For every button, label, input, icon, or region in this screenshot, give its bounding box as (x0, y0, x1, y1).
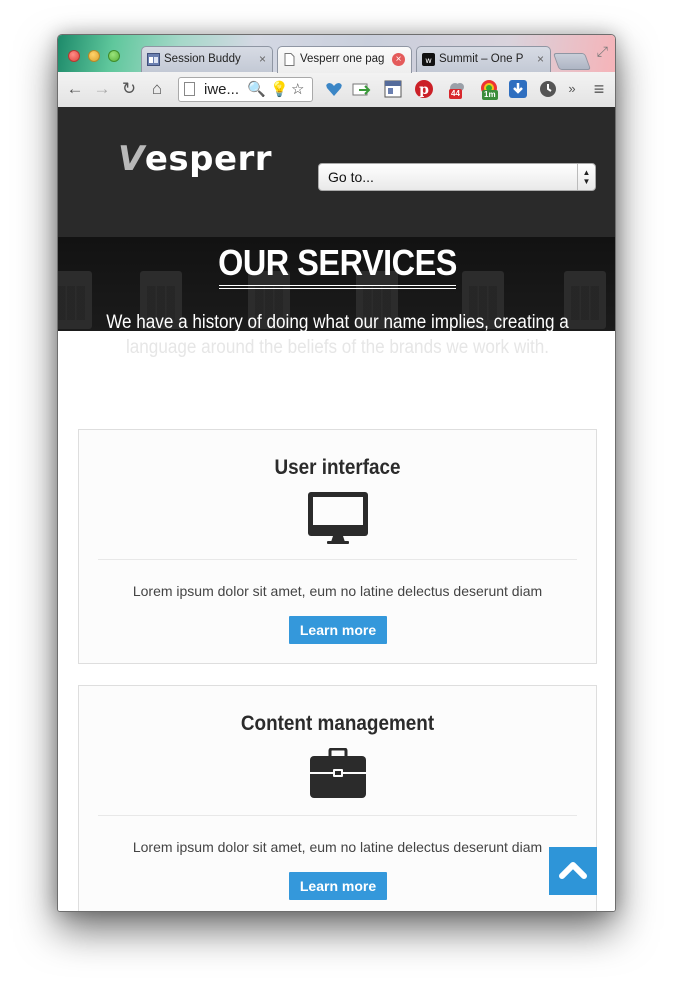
title-underline (219, 285, 456, 289)
tab-label: Vesperr one pag (300, 53, 385, 65)
extensions-overflow-icon[interactable]: » (565, 78, 579, 100)
address-text[interactable]: iwe... (204, 78, 239, 101)
zoom-window-button[interactable] (108, 50, 120, 62)
fullscreen-icon[interactable]: ⤢ (597, 43, 608, 60)
download-icon[interactable] (508, 79, 528, 99)
pinterest-icon[interactable]: p (414, 79, 434, 99)
search-icon[interactable]: 🔍 (247, 79, 266, 101)
card-title: Content management (240, 712, 435, 735)
learn-more-button[interactable]: Learn more (289, 616, 387, 644)
card-divider (98, 815, 577, 816)
forward-icon[interactable]: → (92, 78, 112, 100)
menu-icon[interactable]: ≡ (590, 78, 608, 100)
tab-label: Summit – One P (439, 53, 524, 65)
logo-text: esperr (144, 139, 273, 179)
tab-summit[interactable]: w Summit – One P × (416, 46, 551, 72)
session-buddy-extension-icon[interactable] (383, 79, 403, 99)
tab-vesperr[interactable]: Vesperr one pag × (277, 46, 412, 73)
tab-label: Session Buddy (164, 53, 241, 65)
back-icon[interactable]: ← (65, 78, 85, 100)
site-logo[interactable]: Vesperr (118, 139, 272, 179)
learn-more-button[interactable]: Learn more (289, 872, 387, 900)
heart-extension-icon[interactable] (324, 79, 344, 99)
tab-close-icon[interactable]: × (537, 47, 544, 71)
services-subtitle-line1: We have a history of doing what our name… (106, 312, 569, 331)
card-text: Lorem ipsum dolor sit amet, eum no latin… (132, 583, 543, 599)
summit-icon: w (422, 53, 435, 66)
browser-window: Session Buddy × Vesperr one pag × w Summ… (57, 34, 616, 912)
services-banner: OUR SERVICES We have a history of doing … (58, 237, 615, 331)
logo-v: V (118, 139, 145, 179)
extension-badge: 1m (482, 90, 498, 100)
site-header: Vesperr Go to... ▲ ▼ (58, 107, 615, 237)
nav-select-value: Go to... (328, 169, 374, 185)
service-card-content-management: Content management Lorem ipsum dolor sit… (78, 685, 597, 911)
minimize-window-button[interactable] (88, 50, 100, 62)
chevron-up-icon (559, 862, 587, 879)
card-text: Lorem ipsum dolor sit amet, eum no latin… (132, 839, 543, 855)
tab-close-icon[interactable]: × (259, 47, 266, 71)
send-tab-icon[interactable] (351, 79, 371, 99)
tab-session-buddy[interactable]: Session Buddy × (141, 46, 273, 72)
services-subtitle-line2: language around the beliefs of the brand… (125, 337, 550, 358)
briefcase-icon (310, 748, 366, 798)
session-buddy-icon (147, 53, 160, 66)
monitor-icon (308, 492, 368, 544)
card-title: User interface (274, 456, 401, 479)
browser-toolbar: ← → ↻ ⌂ iwe... 🔍 💡 ☆ p 44 1m » ≡ (58, 72, 615, 108)
tab-close-icon[interactable]: × (392, 53, 405, 66)
nav-select[interactable]: Go to... ▲ ▼ (318, 163, 596, 191)
close-window-button[interactable] (68, 50, 80, 62)
back-to-top-button[interactable] (549, 847, 597, 895)
svg-text:p: p (419, 82, 429, 98)
svg-text:w: w (425, 56, 432, 65)
web-page: Vesperr Go to... ▲ ▼ OUR SERVICES We have… (58, 107, 615, 911)
home-icon[interactable]: ⌂ (147, 78, 167, 100)
lightbulb-icon[interactable]: 💡 (270, 79, 289, 101)
reload-icon[interactable]: ↻ (119, 78, 139, 100)
address-bar[interactable]: iwe... 🔍 💡 ☆ (178, 77, 313, 102)
tab-strip: Session Buddy × Vesperr one pag × w Summ… (58, 35, 615, 73)
clock-icon[interactable] (538, 79, 558, 99)
rainbow-extension-icon[interactable]: 1m (479, 79, 499, 100)
page-icon (284, 53, 295, 66)
card-divider (98, 559, 577, 560)
extension-badge: 44 (449, 89, 462, 99)
select-arrows-icon: ▲ ▼ (577, 164, 595, 190)
page-icon (184, 82, 195, 96)
bookmark-star-icon[interactable]: ☆ (291, 79, 304, 101)
service-card-user-interface: User interface Lorem ipsum dolor sit ame… (78, 429, 597, 664)
services-title: OUR SERVICES (218, 242, 457, 283)
new-tab-button[interactable] (552, 53, 592, 70)
cloud-extension-icon[interactable]: 44 (447, 79, 467, 99)
